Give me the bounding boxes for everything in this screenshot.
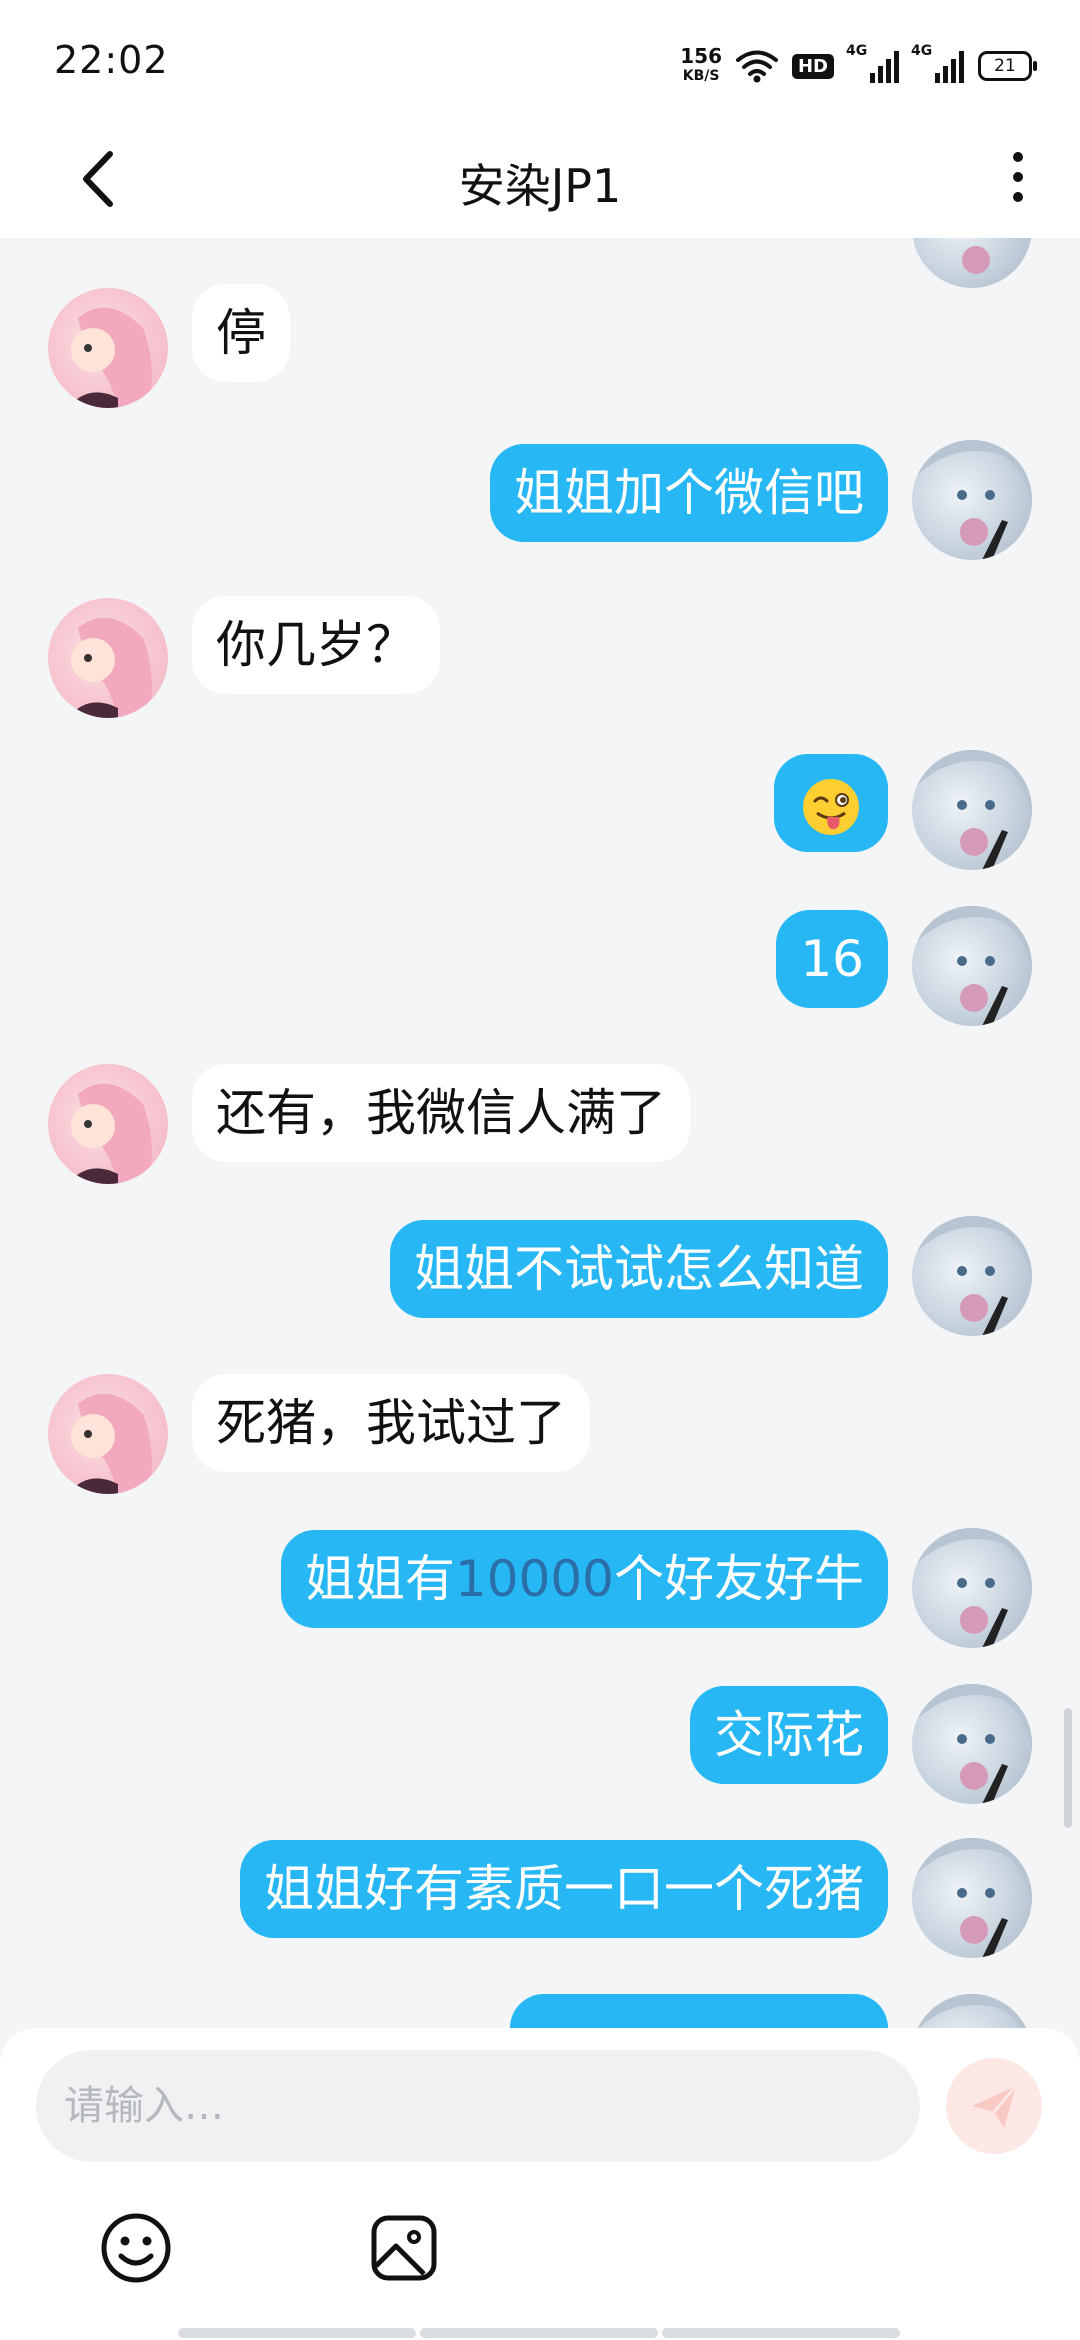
send-icon — [972, 2085, 1018, 2128]
message-bubble-outgoing[interactable] — [510, 1994, 888, 2028]
avatar-self[interactable] — [912, 906, 1032, 1026]
avatar-self[interactable] — [912, 238, 1032, 288]
message-bubble-outgoing[interactable]: 姐姐不试试怎么知道 — [390, 1220, 888, 1318]
message-bubble-outgoing[interactable] — [774, 754, 888, 852]
status-bar: 22:02 156 KB/S HD 4G 4G 21 — [0, 0, 1080, 120]
signal-bar — [959, 51, 964, 83]
emoji-icon[interactable] — [96, 2208, 176, 2288]
composer — [0, 2028, 1080, 2340]
winking-tongue-emoji-icon — [803, 778, 859, 835]
message-list[interactable]: 停 姐姐加个微信吧 你几岁？ 16 还有，我微信人满了 姐姐不试试怎么知道 死猪… — [0, 238, 1080, 2028]
chat-title: 安染JP1 — [458, 159, 622, 213]
scrollbar-thumb[interactable] — [1064, 1708, 1072, 1828]
message-bubble-outgoing[interactable]: 姐姐好有素质一口一个死猪 — [240, 1840, 888, 1938]
message-bubble-outgoing[interactable]: 姐姐有10000个好友好牛 — [280, 1530, 888, 1628]
signal-bar — [870, 73, 875, 83]
avatar-self[interactable] — [912, 1684, 1032, 1804]
signal-1-label: 4G — [846, 43, 868, 59]
status-icons: 156 KB/S HD 4G 4G 21 — [680, 43, 1037, 88]
image-icon[interactable] — [364, 2208, 444, 2288]
signal-bar — [894, 51, 899, 83]
send-button[interactable] — [946, 2058, 1042, 2154]
avatar-contact[interactable] — [48, 288, 168, 408]
status-time: 22:02 — [54, 38, 169, 82]
hd-voice-badge: HD — [791, 53, 834, 79]
message-bubble-outgoing[interactable]: 交际花 — [690, 1686, 888, 1784]
network-speed: 156 KB/S — [680, 46, 722, 86]
message-bubble-outgoing[interactable]: 姐姐加个微信吧 — [490, 444, 888, 542]
phone-number-link[interactable]: 10000 — [455, 1550, 614, 1608]
message-bubble-incoming[interactable]: 你几岁？ — [192, 596, 440, 694]
home-indicator — [178, 2328, 416, 2338]
network-speed-unit: KB/S — [682, 68, 720, 84]
more-vertical-icon[interactable] — [998, 142, 1038, 212]
avatar-self[interactable] — [912, 1838, 1032, 1958]
avatar-self[interactable] — [912, 440, 1032, 560]
wifi-icon — [735, 50, 778, 83]
home-indicator — [420, 2328, 658, 2338]
avatar-self[interactable] — [912, 1528, 1032, 1648]
avatar-contact[interactable] — [48, 598, 168, 718]
message-bubble-incoming[interactable]: 还有，我微信人满了 — [192, 1064, 690, 1162]
avatar-self[interactable] — [912, 750, 1032, 870]
avatar-self[interactable] — [912, 1216, 1032, 1336]
network-speed-value: 156 — [680, 44, 722, 68]
signal-strength-2: 4G — [911, 43, 964, 83]
avatar-contact[interactable] — [48, 1064, 168, 1184]
signal-bar — [878, 66, 883, 83]
avatar-contact[interactable] — [48, 1374, 168, 1494]
signal-bar — [943, 66, 948, 83]
chat-header: 安染JP1 — [0, 120, 1080, 238]
signal-bar — [886, 59, 891, 83]
message-bubble-incoming[interactable]: 停 — [192, 284, 290, 382]
avatar-self[interactable] — [912, 1994, 1032, 2028]
signal-2-label: 4G — [911, 43, 933, 59]
battery-indicator: 21 — [978, 51, 1037, 81]
signal-bar — [935, 73, 940, 83]
message-bubble-outgoing[interactable]: 16 — [776, 910, 888, 1008]
message-input[interactable] — [36, 2050, 920, 2162]
signal-bar — [951, 59, 956, 83]
signal-strength-1: 4G — [846, 43, 899, 83]
home-indicator — [662, 2328, 900, 2338]
message-text: 姐姐有 — [304, 1550, 455, 1608]
message-text: 个好友好牛 — [614, 1550, 864, 1608]
message-bubble-incoming[interactable]: 死猪，我试过了 — [192, 1374, 590, 1472]
